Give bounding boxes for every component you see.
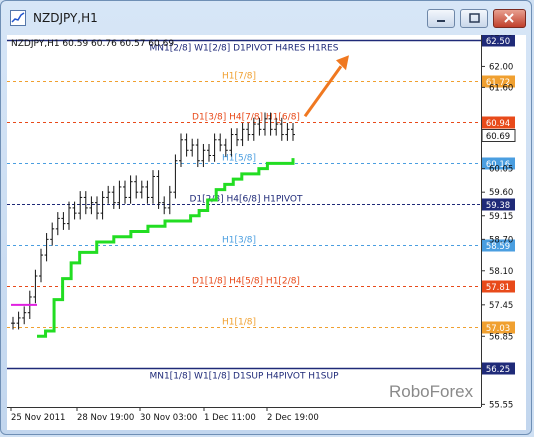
y-tick-label: 62.00 <box>489 62 513 72</box>
x-tick-label: 25 Nov 2011 <box>11 413 65 423</box>
level-label: H1[7/8] <box>222 72 256 82</box>
level-label: MN1[2/8] W1[2/8] D1PIVOT H4RES H1RES <box>150 44 339 54</box>
x-tick-label: 2 Dec 19:00 <box>267 413 319 423</box>
price-tag-label: 60.94 <box>486 119 510 129</box>
level-label: H1[1/8] <box>222 318 256 328</box>
y-tick-label: 55.55 <box>489 400 513 410</box>
level-label: H1[3/8] <box>222 236 256 246</box>
price-tag-label: 59.38 <box>486 201 510 211</box>
restore-icon <box>469 13 480 23</box>
chart-header: NZDJPY,H1 60.59 60.76 60.57 60.69 <box>11 39 174 49</box>
y-tick-label: 58.10 <box>489 267 513 277</box>
y-tick-label: 58.70 <box>489 235 513 245</box>
price-tag-label: 62.50 <box>486 37 510 47</box>
level-label: MN1[1/8] W1[1/8] D1SUP H4PIVOT H1SUP <box>149 372 339 382</box>
y-tick-label: 59.60 <box>489 188 513 198</box>
y-tick-label: 59.15 <box>489 212 513 222</box>
current-price-label: 60.69 <box>486 132 510 142</box>
y-tick-label: 56.85 <box>489 332 513 342</box>
y-tick-label: 62.65 <box>489 35 513 38</box>
title-bar[interactable]: NZDJPY,H1 <box>1 1 533 35</box>
price-chart[interactable]: MN1[2/8] W1[2/8] D1PIVOT H4RES H1RES H1[7… <box>7 35 526 430</box>
close-button[interactable] <box>493 9 526 28</box>
y-tick-label: 61.60 <box>489 83 513 93</box>
minimize-icon <box>437 20 445 22</box>
window-title: NZDJPY,H1 <box>33 11 98 25</box>
price-tag-label: 57.81 <box>486 283 510 293</box>
close-icon <box>504 13 514 23</box>
price-tag-label: 56.25 <box>486 365 510 375</box>
x-tick-label: 28 Nov 19:00 <box>77 413 134 423</box>
x-tick-label: 1 Dec 11:00 <box>204 413 256 423</box>
minimize-button[interactable] <box>427 9 455 28</box>
x-tick-label: 30 Nov 03:00 <box>140 413 197 423</box>
chart-app-icon <box>10 10 26 26</box>
y-tick-label: 60.05 <box>489 165 513 175</box>
level-label: H1[5/8] <box>222 154 256 164</box>
level-label: D1[3/8] H4[7/8] H1[6/8] <box>192 113 300 123</box>
maximize-button[interactable] <box>460 9 488 28</box>
level-label: D1[1/8] H4[5/8] H1[2/8] <box>192 277 300 287</box>
y-tick-label: 57.45 <box>489 301 513 311</box>
watermark-text: RoboForex <box>389 382 474 401</box>
